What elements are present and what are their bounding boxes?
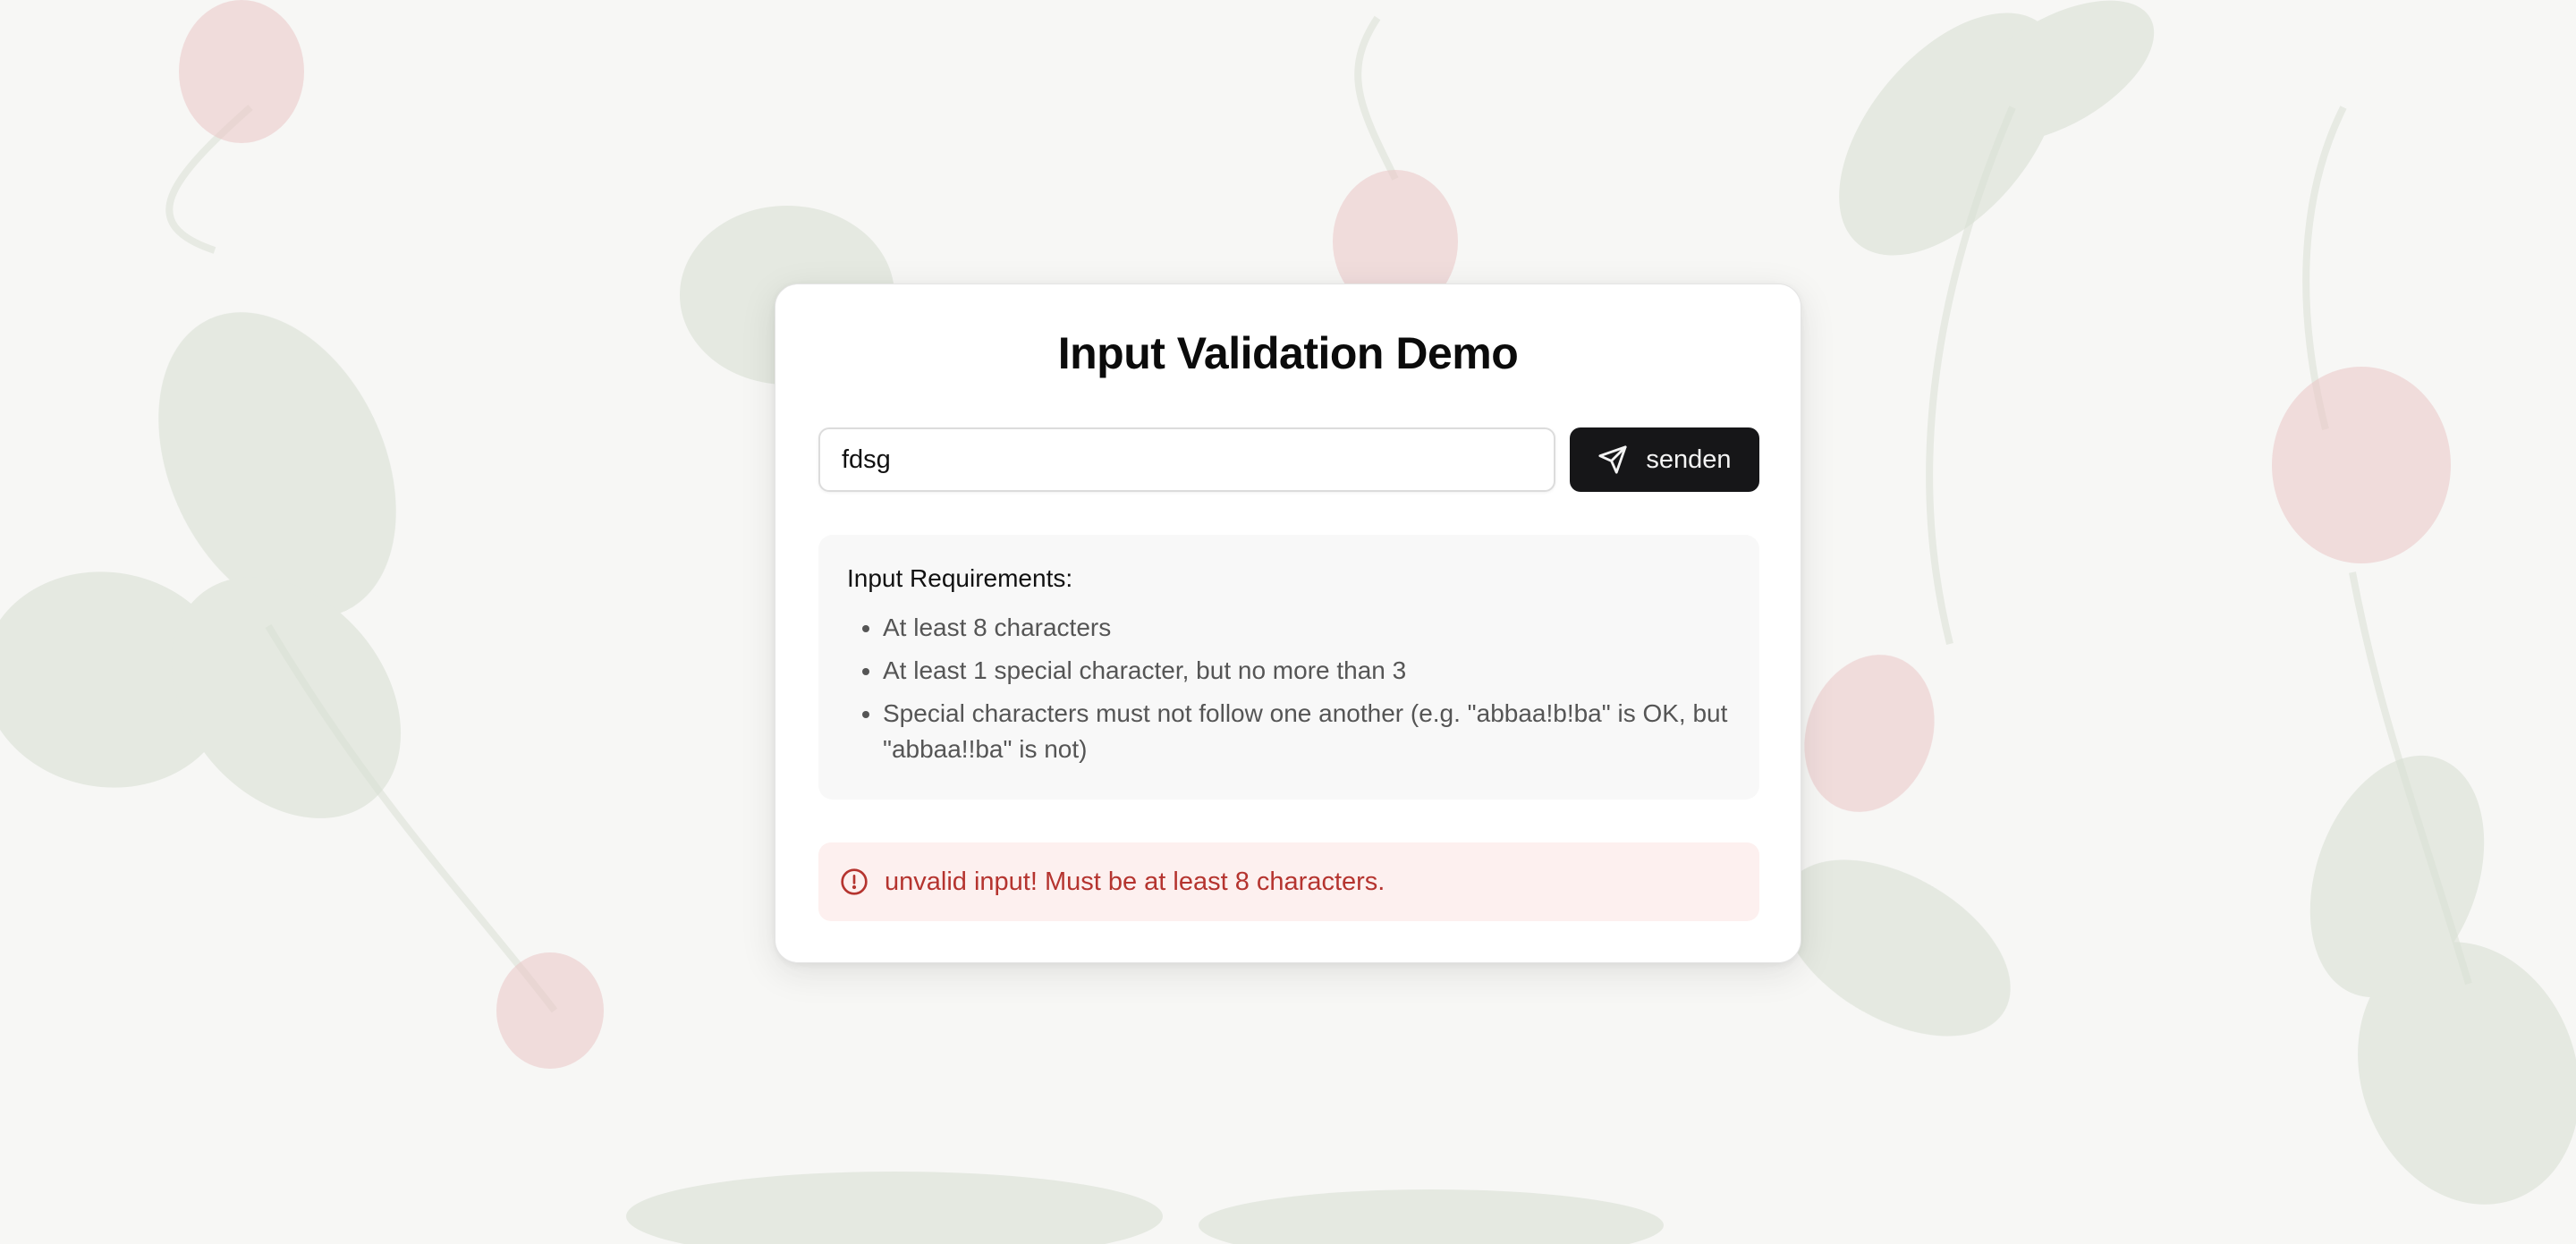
requirement-item: At least 8 characters — [883, 610, 1731, 646]
error-message-text: unvalid input! Must be at least 8 charac… — [885, 867, 1385, 896]
input-row: senden — [818, 427, 1759, 492]
validation-input[interactable] — [818, 427, 1555, 492]
requirement-item: Special characters must not follow one a… — [883, 696, 1731, 767]
send-icon — [1597, 444, 1628, 475]
send-button[interactable]: senden — [1570, 427, 1759, 492]
validation-card: Input Validation Demo senden Input Requi… — [775, 283, 1801, 963]
alert-circle-icon — [840, 867, 869, 896]
requirements-heading: Input Requirements: — [847, 564, 1073, 592]
page-title: Input Validation Demo — [1057, 328, 1519, 378]
requirement-item: At least 1 special character, but no mor… — [883, 653, 1731, 689]
send-button-label: senden — [1646, 444, 1732, 474]
error-message-box: unvalid input! Must be at least 8 charac… — [818, 842, 1759, 921]
requirements-list: At least 8 characters At least 1 special… — [847, 610, 1731, 767]
requirements-box: Input Requirements: At least 8 character… — [818, 535, 1759, 800]
